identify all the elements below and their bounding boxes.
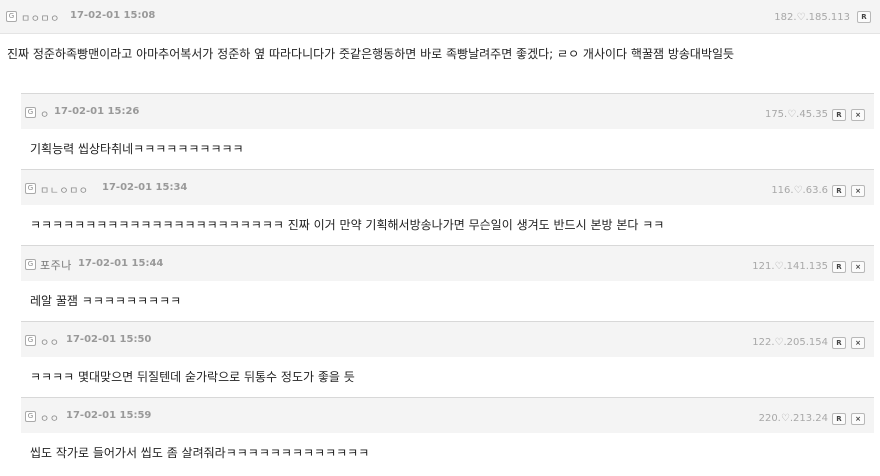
reply-item: G ㅁㄴㅇㅁㅇ 17-02-01 15:34 116.♡.63.6 R × ㅋㅋ…	[21, 169, 874, 245]
delete-button[interactable]: ×	[851, 185, 865, 197]
reply-nickname[interactable]: ㅇㅇ	[40, 334, 59, 349]
reply-item: G ㅇㅇ 17-02-01 15:59 220.♡.213.24 R × 씹도 …	[21, 397, 874, 473]
reply-item: G 포주나 17-02-01 15:44 121.♡.141.135 R × 레…	[21, 245, 874, 321]
reply-button[interactable]: R	[857, 11, 871, 23]
reply-nickname[interactable]: ㅇ	[40, 106, 50, 121]
reply-button[interactable]: R	[832, 413, 846, 425]
reply-ip: 175.♡.45.35	[764, 109, 828, 120]
delete-button[interactable]: ×	[851, 109, 865, 121]
reply-body: 레알 꿀잼 ㅋㅋㅋㅋㅋㅋㅋㅋㅋ	[30, 294, 182, 308]
delete-button[interactable]: ×	[851, 413, 865, 425]
reply-button[interactable]: R	[832, 185, 846, 197]
delete-button[interactable]: ×	[851, 261, 865, 273]
comment-nickname[interactable]: ㅁㅇㅁㅇ	[21, 10, 60, 25]
delete-button[interactable]: ×	[851, 337, 865, 349]
gallery-user-icon: G	[25, 259, 36, 270]
main-comment-body: 진짜 정준하족빵맨이라고 아마추어복서가 정준하 옆 따라다니다가 줏같은행동하…	[7, 47, 735, 61]
reply-body: ㅋㅋㅋㅋ 몇대맞으면 뒤질텐데 숟가락으로 뒤통수 정도가 좋을 듯	[30, 370, 355, 384]
reply-button[interactable]: R	[832, 337, 846, 349]
reply-button[interactable]: R	[832, 109, 846, 121]
main-comment-header: G ㅁㅇㅁㅇ 17-02-01 15:08 182.♡.185.113 R	[0, 0, 880, 34]
reply-item: G ㅇㅇ 17-02-01 15:50 122.♡.205.154 R × ㅋㅋ…	[21, 321, 874, 397]
reply-ip: 121.♡.141.135	[752, 261, 828, 272]
reply-ip: 122.♡.205.154	[752, 337, 828, 348]
reply-body: ㅋㅋㅋㅋㅋㅋㅋㅋㅋㅋㅋㅋㅋㅋㅋㅋㅋㅋㅋㅋㅋㅋㅋ 진짜 이거 만약 기획해서방송나…	[30, 218, 665, 232]
reply-body: 기획능력 씹상타취네ㅋㅋㅋㅋㅋㅋㅋㅋㅋㅋ	[30, 142, 244, 156]
reply-date: 17-02-01 15:26	[54, 106, 140, 117]
gallery-user-icon: G	[25, 411, 36, 422]
reply-nickname[interactable]: ㅇㅇ	[40, 410, 59, 425]
main-comment: G ㅁㅇㅁㅇ 17-02-01 15:08 182.♡.185.113 R 진짜…	[0, 0, 880, 84]
comment-ip: 182.♡.185.113	[774, 12, 850, 23]
reply-button[interactable]: R	[832, 261, 846, 273]
reply-header: G ㅁㄴㅇㅁㅇ 17-02-01 15:34 116.♡.63.6 R ×	[21, 170, 874, 205]
reply-header: G ㅇㅇ 17-02-01 15:50 122.♡.205.154 R ×	[21, 322, 874, 357]
reply-date: 17-02-01 15:44	[78, 258, 164, 269]
gallery-user-icon: G	[25, 335, 36, 346]
gallery-user-icon: G	[25, 107, 36, 118]
reply-body: 씹도 작가로 들어가서 씹도 좀 살려줘라ㅋㅋㅋㅋㅋㅋㅋㅋㅋㅋㅋㅋㅋ	[30, 446, 370, 460]
reply-nickname[interactable]: 포주나	[40, 257, 72, 273]
reply-header: G 포주나 17-02-01 15:44 121.♡.141.135 R ×	[21, 246, 874, 281]
reply-item: G ㅇ 17-02-01 15:26 175.♡.45.35 R × 기획능력 …	[21, 93, 874, 169]
comment-date: 17-02-01 15:08	[70, 10, 156, 21]
comment-thread: G ㅁㅇㅁㅇ 17-02-01 15:08 182.♡.185.113 R 진짜…	[0, 0, 880, 476]
reply-date: 17-02-01 15:59	[66, 410, 152, 421]
reply-header: G ㅇ 17-02-01 15:26 175.♡.45.35 R ×	[21, 94, 874, 129]
gallery-user-icon: G	[25, 183, 36, 194]
gallery-user-icon: G	[6, 11, 17, 22]
reply-nickname[interactable]: ㅁㄴㅇㅁㅇ	[40, 182, 89, 197]
reply-date: 17-02-01 15:34	[102, 182, 188, 193]
reply-ip: 220.♡.213.24	[758, 413, 828, 424]
reply-header: G ㅇㅇ 17-02-01 15:59 220.♡.213.24 R ×	[21, 398, 874, 433]
reply-ip: 116.♡.63.6	[771, 185, 828, 196]
reply-date: 17-02-01 15:50	[66, 334, 152, 345]
